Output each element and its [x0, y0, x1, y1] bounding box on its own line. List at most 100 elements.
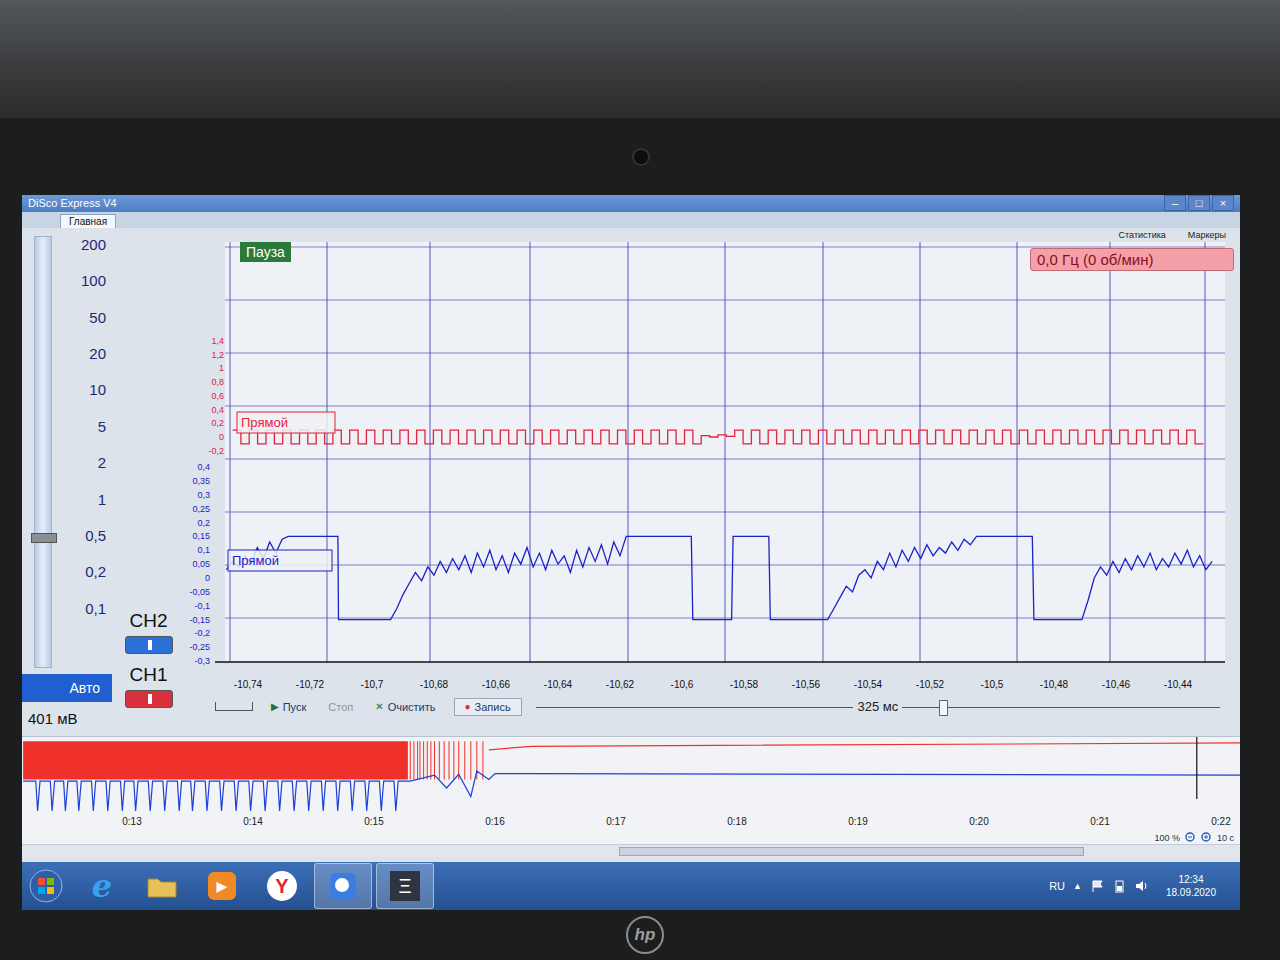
channel-toggle[interactable]	[125, 690, 173, 708]
grid-line	[225, 564, 1225, 565]
scale-label: 0,2	[85, 563, 106, 581]
tab[interactable]: Главная	[60, 214, 116, 228]
top-link[interactable]: Маркеры	[1188, 230, 1226, 240]
window-control[interactable]: –	[1164, 195, 1186, 211]
grid-line	[628, 242, 629, 662]
taskbar-app[interactable]	[314, 863, 372, 909]
x-tick-label: -10,54	[854, 679, 883, 690]
button-icon: ●	[465, 701, 471, 712]
speaker-icon[interactable]	[1134, 879, 1150, 893]
x-tick-label: -10,6	[671, 679, 694, 690]
tray-expand[interactable]: ▲	[1073, 881, 1082, 891]
red-axis-label: 0,6	[211, 391, 224, 401]
red-pulse	[419, 741, 420, 779]
blue-axis-label: -0,2	[194, 628, 210, 638]
time-tick: 0:13	[122, 816, 142, 827]
scale-label: 20	[89, 345, 106, 363]
button-label: Стоп	[328, 701, 353, 713]
zoom-out-icon[interactable]	[1185, 832, 1196, 843]
auto-button[interactable]: Авто	[22, 674, 112, 702]
scale-label: 1	[98, 491, 106, 509]
grid-line	[225, 458, 1225, 459]
zoom-in-icon[interactable]	[1201, 832, 1212, 843]
scale-label: 2	[98, 454, 106, 472]
start-button[interactable]	[22, 869, 70, 903]
window-slider[interactable]: 325 мс	[536, 697, 1220, 717]
range-bracket	[215, 702, 253, 711]
scrollbar[interactable]	[22, 844, 1240, 857]
x-tick-label: -10,44	[1164, 679, 1193, 690]
red-pulse	[417, 741, 418, 779]
scrollbar-thumb[interactable]	[619, 847, 1084, 856]
red-axis-label: 0	[219, 432, 224, 442]
toolbar-button[interactable]: ● Запись	[454, 698, 522, 716]
x-tick-label: -10,74	[234, 679, 263, 690]
window-control[interactable]: ×	[1212, 195, 1234, 211]
slider-thumb[interactable]	[31, 533, 57, 543]
time-tick: 0:14	[243, 816, 263, 827]
button-icon: ✕	[375, 701, 383, 712]
red-pulse	[434, 741, 435, 779]
overview-strip: 0:130:140:150:160:170:180:190:200:210:22…	[22, 736, 1240, 844]
camera-icon	[632, 148, 650, 166]
trace-legend: Прямой	[237, 412, 335, 433]
red-axis-label: 1,2	[211, 350, 224, 360]
grid-line	[225, 352, 1225, 353]
clock[interactable]: 12:34 18.09.2020	[1166, 873, 1216, 899]
x-tick-label: -10,58	[730, 679, 759, 690]
taskbar-app[interactable]: e	[74, 864, 130, 908]
red-axis-label: -0,2	[208, 446, 224, 456]
channel-name: CH1	[129, 664, 167, 686]
media-player-icon: ▶	[208, 872, 236, 900]
toolbar-button[interactable]: Стоп	[324, 700, 357, 714]
yandex-icon: Y	[267, 871, 297, 901]
channel-name: CH2	[129, 610, 167, 632]
x-tick-label: -10,52	[916, 679, 945, 690]
red-pulse	[430, 741, 431, 779]
blue-axis-label: 0,15	[192, 531, 210, 541]
red-pulse	[464, 741, 465, 779]
cursor-line[interactable]	[1196, 737, 1197, 799]
flag-icon[interactable]	[1090, 879, 1104, 893]
taskbar-app[interactable]	[134, 864, 190, 908]
channel-toggle[interactable]	[125, 636, 173, 654]
search-app-icon	[328, 871, 358, 901]
clock-date: 18.09.2020	[1166, 886, 1216, 899]
toolbar-button[interactable]: ✕ Очистить	[371, 700, 439, 714]
time-tick: 0:15	[364, 816, 384, 827]
blue-axis-label: -0,25	[189, 642, 210, 652]
taskbar-app[interactable]: Ξ	[376, 863, 434, 909]
windows-logo-icon	[29, 869, 63, 903]
plot-area	[225, 242, 1225, 662]
svg-text:Прямой: Прямой	[241, 415, 288, 430]
svg-text:Прямой: Прямой	[232, 553, 279, 568]
trace-legend: Прямой	[228, 550, 332, 571]
taskbar-app[interactable]: Y	[254, 864, 310, 908]
zoom-level: 100 %	[1154, 833, 1180, 843]
grid-line	[530, 242, 531, 662]
top-links: Статистика Маркеры	[185, 228, 1240, 242]
blue-axis-label: 0	[205, 573, 210, 583]
toolbar-button[interactable]: ▶ Пуск	[267, 700, 310, 714]
window-control[interactable]: □	[1188, 195, 1210, 211]
channel: CH2	[112, 610, 185, 654]
scale-slider[interactable]	[34, 236, 52, 668]
scale-label: 10	[89, 381, 106, 399]
slider-thumb[interactable]	[939, 700, 948, 716]
x-tick-label: -10,62	[606, 679, 635, 690]
grid-line	[1110, 242, 1111, 662]
blue-axis-label: -0,3	[194, 656, 210, 666]
system-tray: RU ▲ 12:34 18.09.2020	[1049, 873, 1240, 899]
blue-axis-label: -0,15	[189, 614, 210, 624]
scale-label: 200	[81, 236, 106, 254]
top-link[interactable]: Статистика	[1119, 230, 1166, 240]
taskbar-app[interactable]: ▶	[194, 864, 250, 908]
plot-canvas: 1,41,210,80,60,40,20-0,20,40,350,30,250,…	[185, 242, 1240, 694]
grid-line	[1017, 242, 1018, 662]
scale-label: 50	[89, 309, 106, 327]
battery-icon[interactable]	[1112, 879, 1126, 893]
language-indicator[interactable]: RU	[1049, 880, 1065, 892]
laptop-bezel-bottom: hp	[0, 910, 1280, 960]
taskbar: e ▶ Y Ξ RU ▲ 12:34 18.09.2020	[22, 862, 1240, 910]
photo: DiSco Express V4 –□× Главная 20010050201…	[0, 0, 1280, 960]
